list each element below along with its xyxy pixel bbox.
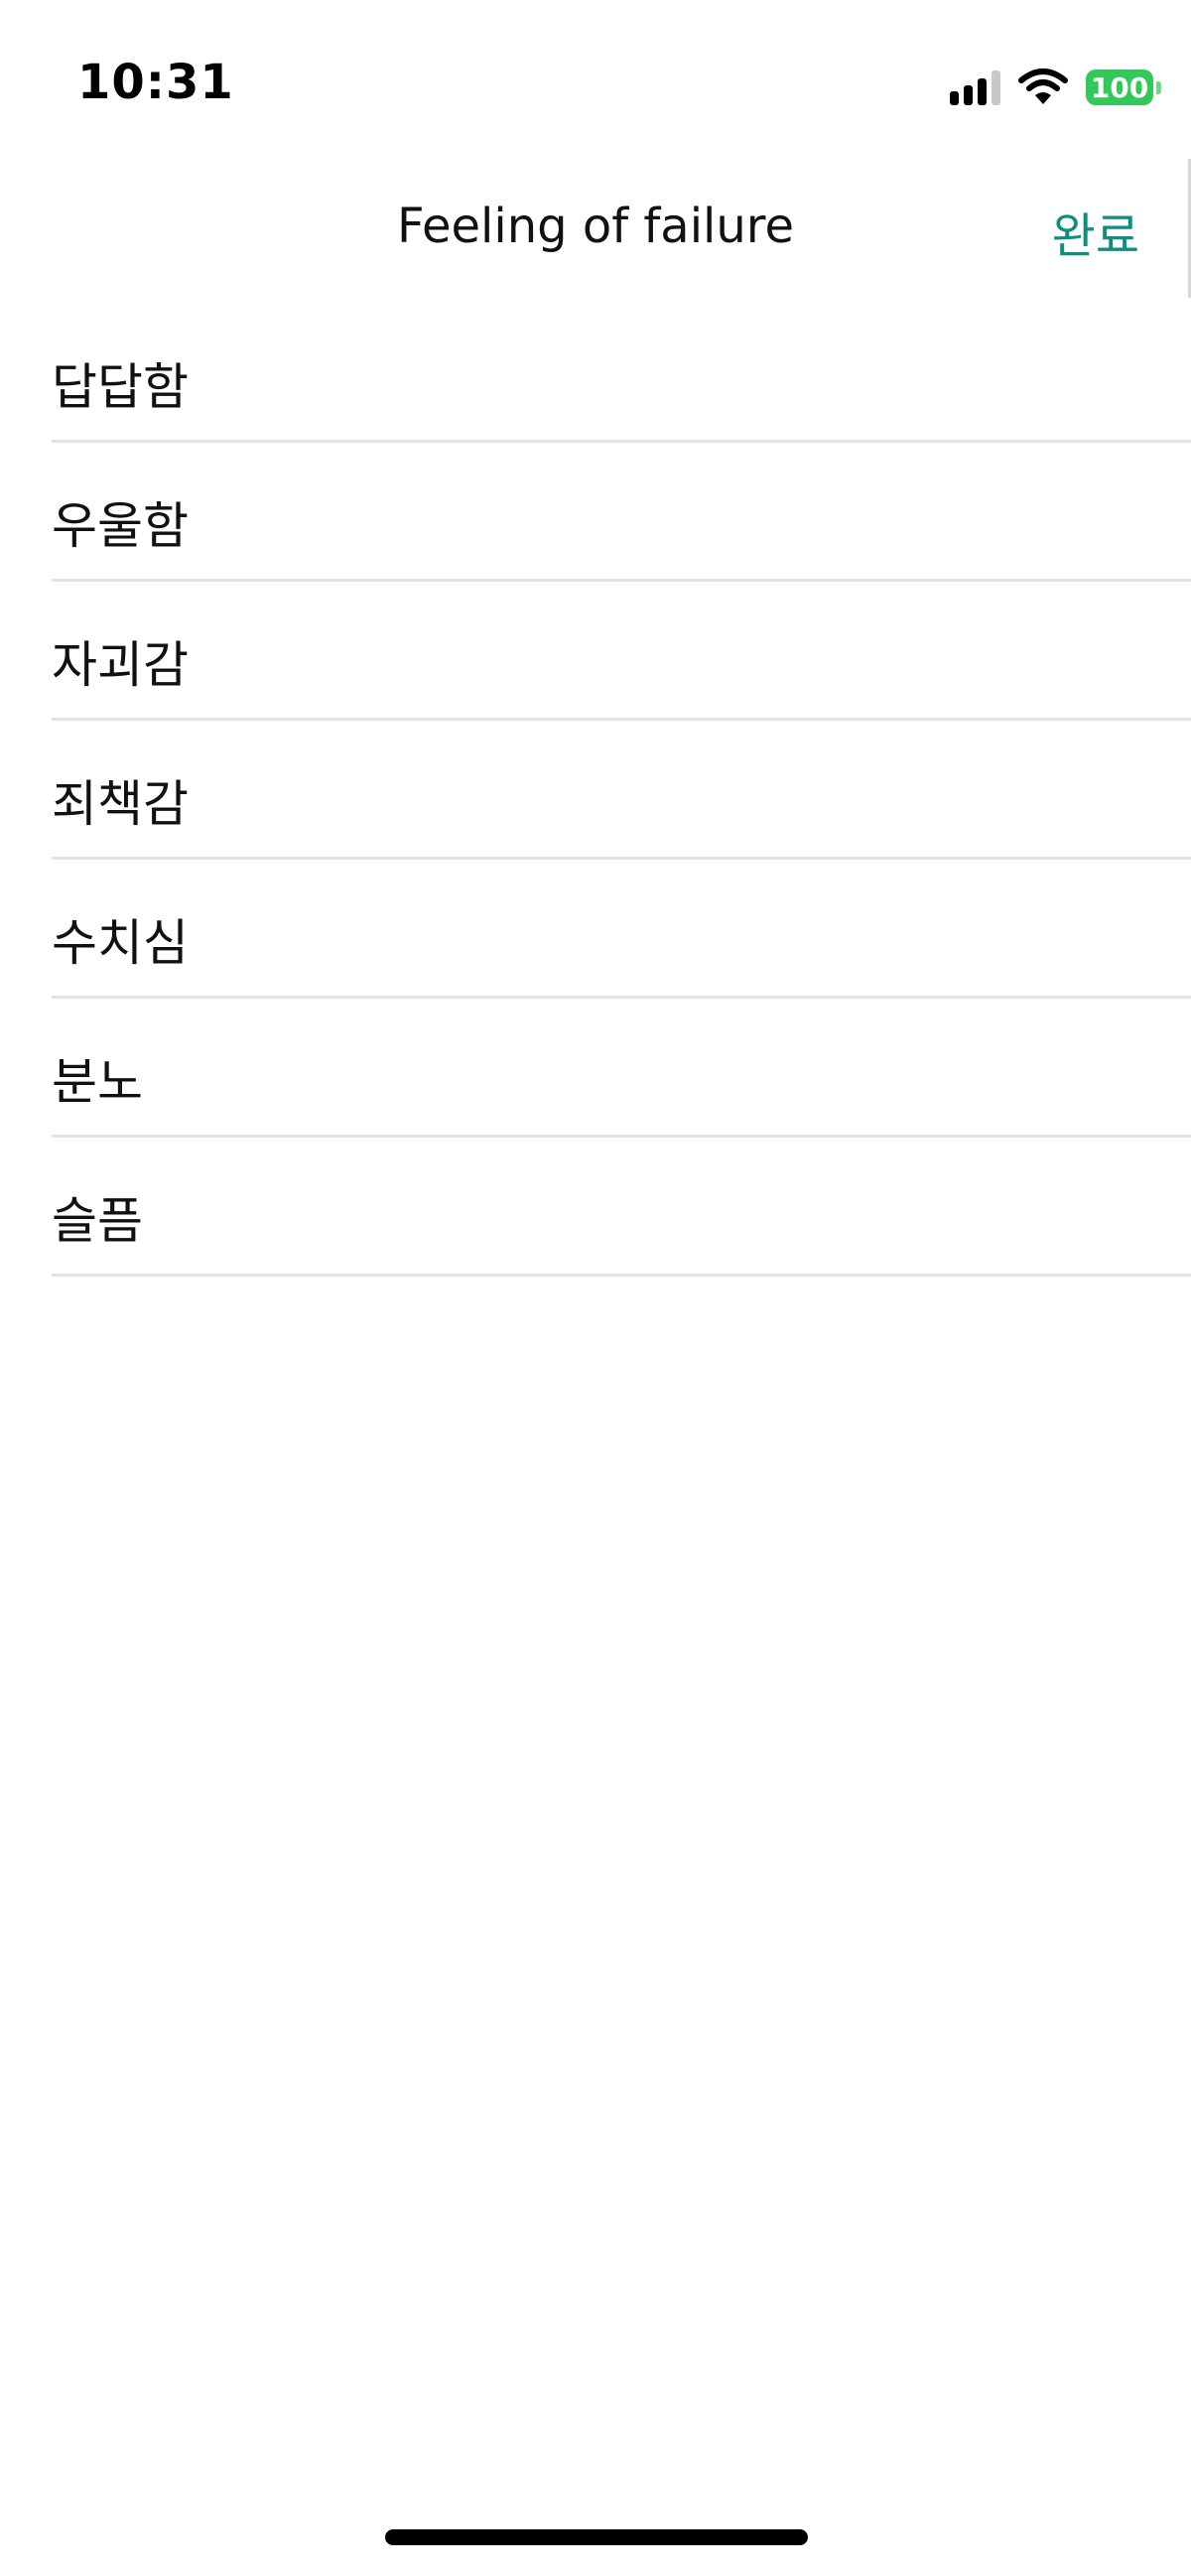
list-item-label: 수치심 xyxy=(52,914,189,972)
status-icons: 100 xyxy=(950,64,1161,111)
list-item[interactable]: 자괴감 xyxy=(52,582,1191,721)
list-item[interactable]: 슬픔 xyxy=(52,1138,1191,1277)
feeling-list: 답답함 우울함 자괴감 죄책감 수치심 분노 슬픔 xyxy=(0,304,1191,1277)
list-item[interactable]: 답답함 xyxy=(52,304,1191,443)
list-item-label: 분노 xyxy=(52,1053,143,1111)
signal-icon xyxy=(950,69,1000,105)
page-title: Feeling of failure xyxy=(396,199,794,254)
battery-icon: 100 xyxy=(1086,69,1161,105)
list-item-label: 자괴감 xyxy=(52,636,189,694)
list-item[interactable]: 수치심 xyxy=(52,860,1191,999)
battery-level: 100 xyxy=(1086,69,1153,105)
list-item[interactable]: 우울함 xyxy=(52,443,1191,582)
status-bar: 10:31 100 xyxy=(0,0,1191,159)
status-time: 10:31 xyxy=(77,55,234,110)
list-item[interactable]: 죄책감 xyxy=(52,721,1191,860)
done-button[interactable]: 완료 xyxy=(1052,197,1139,266)
list-item[interactable]: 분노 xyxy=(52,999,1191,1138)
home-indicator[interactable] xyxy=(385,2529,808,2545)
list-item-label: 슬픔 xyxy=(52,1192,143,1250)
list-item-label: 답답함 xyxy=(52,358,189,416)
navigation-bar: Feeling of failure 완료 xyxy=(0,159,1191,298)
wifi-icon xyxy=(1018,68,1068,104)
list-item-label: 우울함 xyxy=(52,497,189,555)
list-item-label: 죄책감 xyxy=(52,775,189,833)
